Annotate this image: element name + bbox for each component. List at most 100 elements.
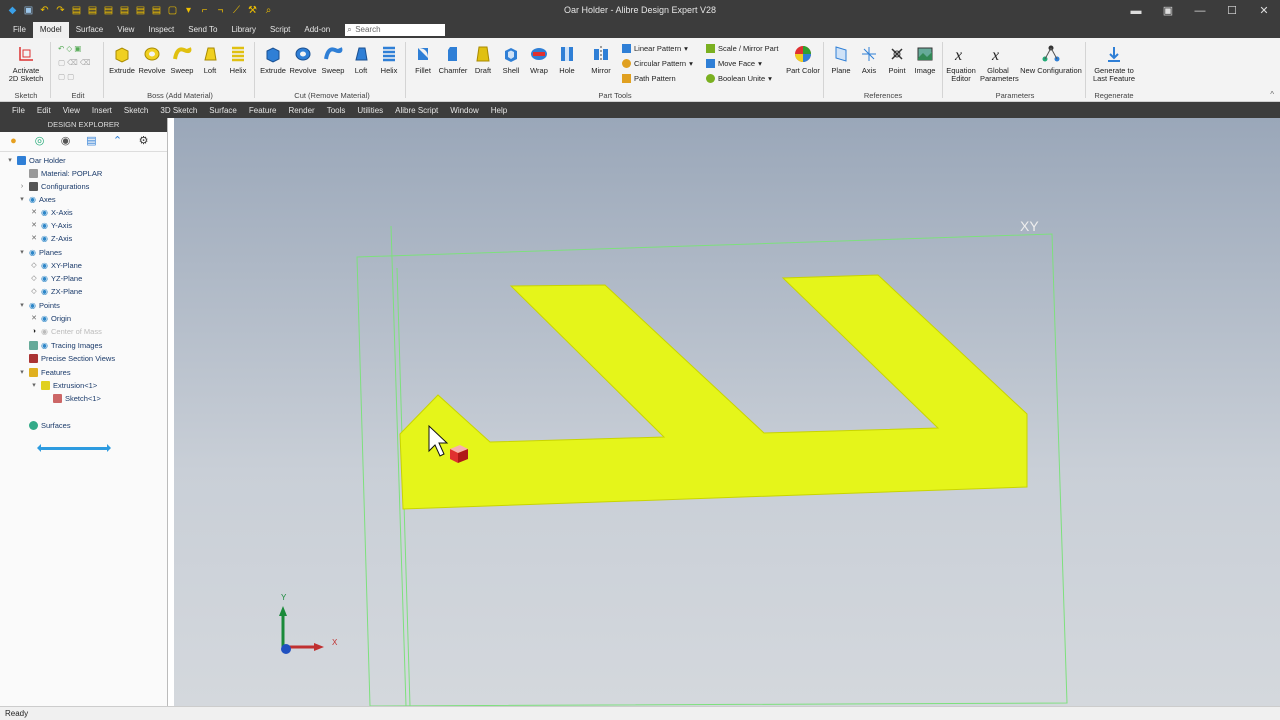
chamfer-button[interactable]: Chamfer bbox=[437, 42, 469, 75]
tree-root-oar-holder[interactable]: ▾ Oar Holder bbox=[6, 154, 66, 167]
tile-icon[interactable]: ▣ bbox=[1152, 0, 1184, 22]
menu-tools[interactable]: Tools bbox=[321, 106, 352, 115]
edit-tools-icon[interactable]: ▢ ⌫ ⌫ bbox=[58, 58, 90, 67]
boss-revolve-button[interactable]: Revolve bbox=[136, 42, 168, 75]
visibility-eye-icon[interactable]: ◉ bbox=[41, 325, 48, 338]
minimize-button[interactable]: — bbox=[1184, 0, 1216, 22]
filter-icon[interactable]: ◎ bbox=[33, 135, 46, 148]
menu-file[interactable]: File bbox=[6, 106, 31, 115]
image-button[interactable]: Image bbox=[909, 42, 941, 75]
tab-file[interactable]: File bbox=[6, 22, 33, 38]
tree-item-planes[interactable]: ▾ ◉ Planes bbox=[18, 246, 62, 259]
menu-insert[interactable]: Insert bbox=[86, 106, 118, 115]
global-parameters-button[interactable]: x Global Parameters bbox=[980, 42, 1019, 83]
tab-send-to[interactable]: Send To bbox=[181, 22, 224, 38]
rollback-marker[interactable] bbox=[37, 444, 111, 452]
tab-library[interactable]: Library bbox=[224, 22, 262, 38]
collapse-ribbon-icon[interactable]: ^ bbox=[1270, 90, 1274, 99]
collapse-all-icon[interactable]: ⌃ bbox=[111, 135, 124, 148]
tree-item-x-axis[interactable]: ✕ ◉ X-Axis bbox=[30, 206, 73, 219]
tree-item-extrusion-1[interactable]: ▾ Extrusion<1> bbox=[30, 379, 97, 392]
menu-alibre-script[interactable]: Alibre Script bbox=[389, 106, 444, 115]
search-input[interactable]: Search bbox=[345, 24, 446, 36]
visibility-eye-icon[interactable]: ◉ bbox=[29, 299, 36, 312]
edit-tools2-icon[interactable]: ▢ ▢ bbox=[58, 72, 74, 81]
cut-helix-button[interactable]: Helix bbox=[373, 42, 405, 75]
tab-model[interactable]: Model bbox=[32, 22, 69, 38]
tab-inspect[interactable]: Inspect bbox=[141, 22, 181, 38]
properties-icon[interactable]: ▤ bbox=[85, 135, 98, 148]
visibility-eye-icon[interactable]: ◉ bbox=[41, 206, 48, 219]
visibility-eye-icon[interactable]: ◉ bbox=[41, 285, 48, 298]
cut-extrude-icon bbox=[266, 47, 280, 63]
tree-item-material[interactable]: Material: POPLAR bbox=[18, 167, 102, 180]
mirror-button[interactable]: Mirror bbox=[585, 42, 617, 75]
visibility-eye-icon[interactable]: ◉ bbox=[29, 193, 36, 206]
tree-item-sketch-1[interactable]: Sketch<1> bbox=[42, 392, 101, 405]
tree-item-features[interactable]: ▾ Features bbox=[18, 366, 71, 379]
tree-item-surfaces[interactable]: Surfaces bbox=[18, 419, 71, 432]
hole-button[interactable]: Hole bbox=[551, 42, 583, 75]
part-color-button[interactable]: Part Color bbox=[786, 42, 820, 75]
svg-text:x: x bbox=[991, 47, 999, 64]
3d-viewport[interactable]: XY X Y bbox=[174, 118, 1280, 706]
cut-extrude-button[interactable]: Extrude bbox=[257, 42, 289, 75]
tree-item-xy-plane[interactable]: ◇ ◉ XY-Plane bbox=[30, 259, 82, 272]
menu-feature[interactable]: Feature bbox=[243, 106, 283, 115]
maximize-button[interactable]: ☐ bbox=[1216, 0, 1248, 22]
tree-item-configurations[interactable]: › Configurations bbox=[18, 180, 89, 193]
tree-item-tracing-images[interactable]: ◉ Tracing Images bbox=[18, 339, 102, 352]
menu-surface[interactable]: Surface bbox=[203, 106, 243, 115]
restore-small-icon[interactable]: ▬ bbox=[1120, 0, 1152, 22]
menu-utilities[interactable]: Utilities bbox=[351, 106, 389, 115]
visibility-eye-icon[interactable]: ◉ bbox=[41, 219, 48, 232]
menu-help[interactable]: Help bbox=[485, 106, 513, 115]
scale-mirror-part-button[interactable]: Scale / Mirror Part bbox=[706, 44, 778, 53]
tree-item-y-axis[interactable]: ✕ ◉ Y-Axis bbox=[30, 219, 72, 232]
oar-holder-part[interactable] bbox=[399, 274, 1028, 510]
visibility-eye-icon[interactable]: ◉ bbox=[41, 312, 48, 325]
fillet-button[interactable]: Fillet bbox=[407, 42, 439, 75]
tab-surface[interactable]: Surface bbox=[69, 22, 111, 38]
tree-item-precise-section-views[interactable]: Precise Section Views bbox=[18, 352, 115, 365]
activate-2d-sketch-button[interactable]: Activate 2D Sketch bbox=[6, 42, 46, 83]
menu-window[interactable]: Window bbox=[444, 106, 484, 115]
tab-script[interactable]: Script bbox=[263, 22, 297, 38]
tree-item-center-of-mass[interactable]: ◑ ◉ Center of Mass bbox=[30, 325, 102, 338]
visibility-eye-icon[interactable]: ◉ bbox=[41, 272, 48, 285]
generate-to-last-feature-button[interactable]: Generate to Last Feature bbox=[1088, 42, 1140, 83]
visibility-eye-icon[interactable]: ◉ bbox=[41, 232, 48, 245]
camera-icon[interactable]: ◉ bbox=[59, 135, 72, 148]
undo-feature-icon[interactable]: ↶ ◇ ▣ bbox=[58, 44, 81, 53]
cut-revolve-button[interactable]: Revolve bbox=[287, 42, 319, 75]
tree-item-yz-plane[interactable]: ◇ ◉ YZ-Plane bbox=[30, 272, 82, 285]
linear-pattern-button[interactable]: Linear Pattern ▾ bbox=[622, 44, 688, 53]
move-face-button[interactable]: Move Face ▾ bbox=[706, 59, 762, 68]
boolean-unite-button[interactable]: Boolean Unite ▾ bbox=[706, 74, 772, 83]
circular-pattern-button[interactable]: Circular Pattern ▾ bbox=[622, 59, 693, 68]
menu-sketch[interactable]: Sketch bbox=[118, 106, 154, 115]
tree-item-points[interactable]: ▾ ◉ Points bbox=[18, 299, 60, 312]
menu-edit[interactable]: Edit bbox=[31, 106, 57, 115]
visibility-eye-icon[interactable]: ◉ bbox=[29, 246, 36, 259]
visibility-eye-icon[interactable]: ◉ bbox=[41, 339, 48, 352]
tree-item-axes[interactable]: ▾ ◉ Axes bbox=[18, 193, 55, 206]
boss-extrude-button[interactable]: Extrude bbox=[106, 42, 138, 75]
path-pattern-button[interactable]: Path Pattern bbox=[622, 74, 676, 83]
display-icon[interactable]: ● bbox=[7, 135, 20, 148]
equation-editor-button[interactable]: x Equation Editor bbox=[944, 42, 978, 83]
tree-item-zx-plane[interactable]: ◇ ◉ ZX-Plane bbox=[30, 285, 82, 298]
tree-item-origin[interactable]: ✕ ◉ Origin bbox=[30, 312, 71, 325]
settings-gear-icon[interactable]: ⚙ bbox=[137, 135, 150, 148]
menu-view[interactable]: View bbox=[57, 106, 86, 115]
visibility-eye-icon[interactable]: ◉ bbox=[41, 259, 48, 272]
boss-helix-button[interactable]: Helix bbox=[222, 42, 254, 75]
equation-icon: x bbox=[954, 47, 962, 64]
menu-3d-sketch[interactable]: 3D Sketch bbox=[154, 106, 203, 115]
close-button[interactable]: ✕ bbox=[1248, 0, 1280, 22]
menu-render[interactable]: Render bbox=[282, 106, 320, 115]
tree-item-z-axis[interactable]: ✕ ◉ Z-Axis bbox=[30, 232, 72, 245]
tab-view[interactable]: View bbox=[110, 22, 141, 38]
new-configuration-button[interactable]: New Configuration bbox=[1020, 42, 1082, 75]
tab-add-on[interactable]: Add-on bbox=[297, 22, 337, 38]
